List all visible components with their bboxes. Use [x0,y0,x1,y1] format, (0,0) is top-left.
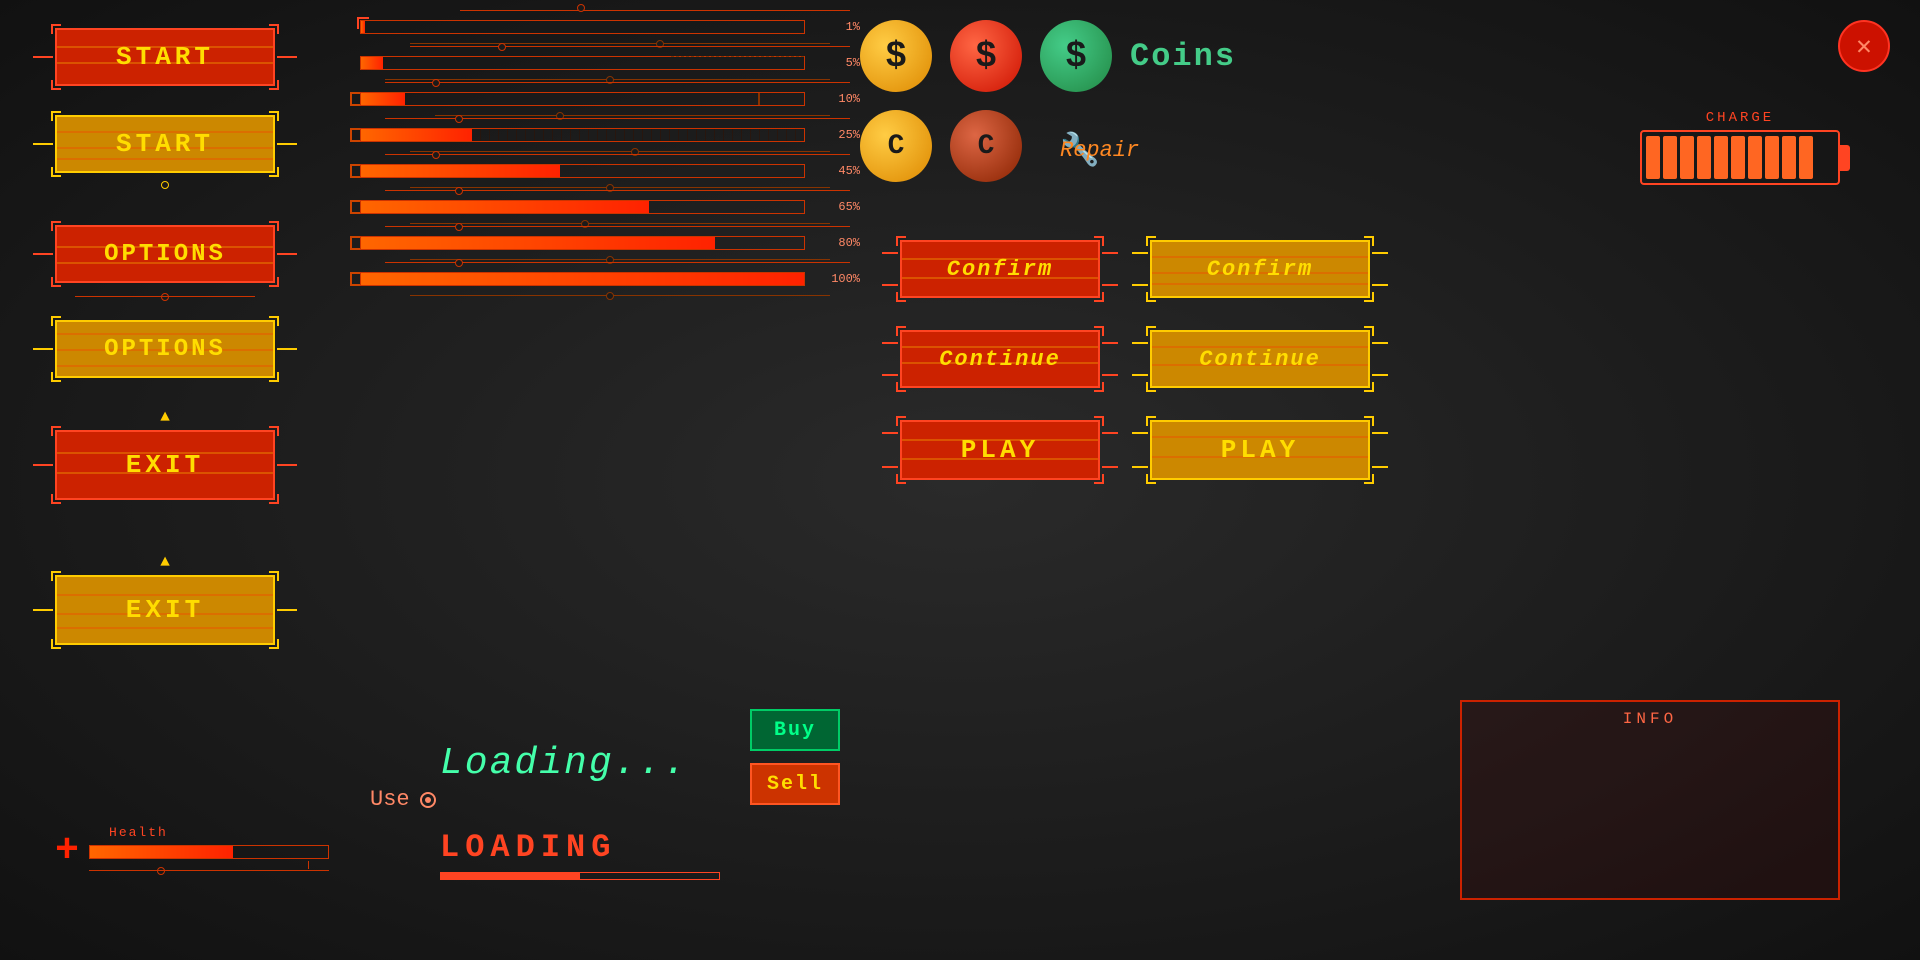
progress-label-100: 100% [831,272,860,286]
health-plus-icon: + [55,832,79,872]
progress-label-5: 5% [846,56,860,70]
options-red-label: OPTIONS [104,241,226,268]
start-yellow-button[interactable]: START [55,115,275,173]
progress-bars-section: 1% 5% [360,20,860,308]
continue-red-button[interactable]: Continue [900,330,1100,388]
coin-orange-c-1: C [860,110,932,182]
confirm-red-label: Confirm [947,257,1053,282]
buy-button[interactable]: Buy [750,709,840,751]
repair-label: Repair [1060,138,1139,163]
play-red-label: PLAY [961,435,1039,465]
progress-label-10: 10% [838,92,860,106]
start-yellow-label: START [116,129,214,159]
close-button[interactable]: ✕ [1838,20,1890,72]
play-red-button[interactable]: PLAY [900,420,1100,480]
progress-label-1: 1% [846,20,860,34]
confirm-red-button[interactable]: Confirm [900,240,1100,298]
exit-red-button[interactable]: ▲ EXIT [55,430,275,500]
loading-static-text: LOADING [440,829,616,866]
confirm-yellow-button[interactable]: Confirm [1150,240,1370,298]
warning-triangle-red: ▲ [160,408,170,426]
loading-animated-text: Loading... [440,742,688,785]
continue-yellow-label: Continue [1199,347,1321,372]
options-yellow-button[interactable]: OPTIONS [55,320,275,378]
coin-red-dollar: $ [950,20,1022,92]
coins-label: Coins [1130,38,1236,75]
close-icon: ✕ [1856,31,1872,62]
use-area: Use [370,787,436,812]
buy-sell-area: Buy Sell [750,709,840,805]
progress-label-45: 45% [838,164,860,178]
play-yellow-label: PLAY [1221,435,1299,465]
charge-label: CHARGE [1640,110,1840,126]
health-label: Health [109,825,168,840]
warning-triangle-yellow: ▲ [160,553,170,571]
loading-area: Loading... [440,742,688,785]
charge-battery-area: CHARGE [1640,110,1840,185]
use-dot-icon [420,792,436,808]
continue-yellow-button[interactable]: Continue [1150,330,1370,388]
options-yellow-label: OPTIONS [104,336,226,363]
sell-label: Sell [767,773,823,796]
use-label: Use [370,787,410,812]
confirm-yellow-label: Confirm [1207,257,1313,282]
progress-label-25: 25% [838,128,860,142]
progress-label-65: 65% [838,200,860,214]
coin-orange-dollar-1: $ [860,20,932,92]
start-red-label: START [116,42,214,72]
buy-label: Buy [774,719,816,742]
exit-yellow-button[interactable]: ▲ EXIT [55,575,275,645]
continue-red-label: Continue [939,347,1061,372]
exit-red-label: EXIT [126,450,204,480]
info-title: INFO [1462,710,1838,728]
info-box: INFO [1460,700,1840,900]
health-bar-area: + Health [55,832,329,880]
loading-static-area: LOADING [440,829,720,880]
repair-area: 🔧 Repair [1060,130,1100,170]
progress-label-80: 80% [838,236,860,250]
exit-yellow-label: EXIT [126,595,204,625]
coin-green-dollar: $ [1040,20,1112,92]
sell-button[interactable]: Sell [750,763,840,805]
play-yellow-button[interactable]: PLAY [1150,420,1370,480]
start-red-button[interactable]: START [55,28,275,86]
battery-body [1640,130,1840,185]
options-red-button[interactable]: OPTIONS [55,225,275,283]
coin-dark-c: C [950,110,1022,182]
